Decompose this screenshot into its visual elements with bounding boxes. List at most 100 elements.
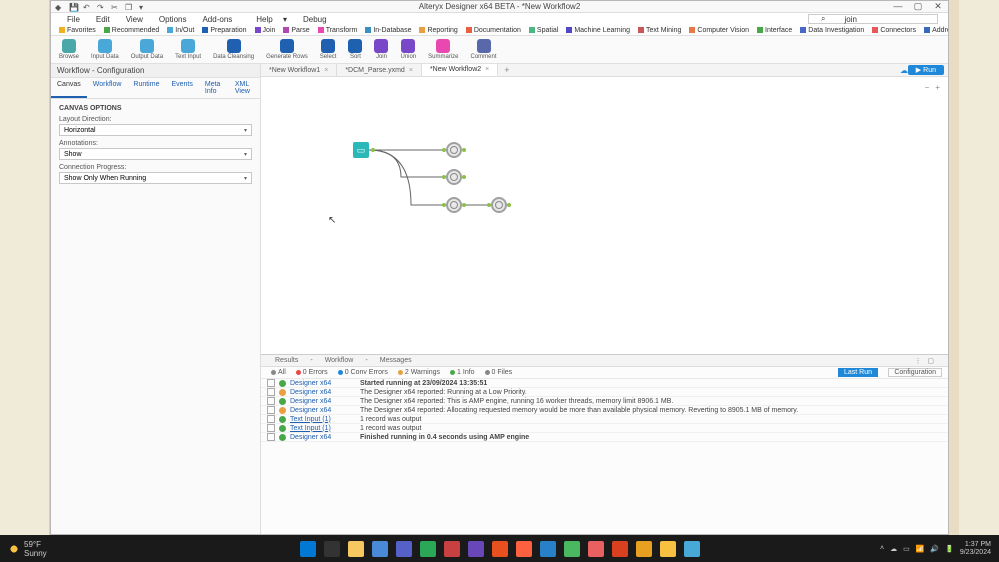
zoom-out-button[interactable]: − <box>925 83 930 92</box>
category-documentation[interactable]: Documentation <box>462 27 525 34</box>
filter--conv-errors[interactable]: 0 Conv Errors <box>334 369 392 376</box>
category-computer-vision[interactable]: Computer Vision <box>685 27 753 34</box>
tool-join[interactable]: Join <box>374 39 388 60</box>
text-input-tool[interactable]: ▭ <box>353 142 369 158</box>
qat-redo-icon[interactable]: ↷ <box>97 3 105 11</box>
filter--warnings[interactable]: 2 Warnings <box>394 369 444 376</box>
log-row[interactable]: Designer x64Finished running in 0.4 seco… <box>261 433 948 442</box>
category-machine-learning[interactable]: Machine Learning <box>562 27 634 34</box>
qat-copy-icon[interactable]: ❐ <box>125 3 133 11</box>
category-parse[interactable]: Parse <box>279 27 313 34</box>
category-text-mining[interactable]: Text Mining <box>634 27 685 34</box>
category-address[interactable]: Address <box>920 27 948 34</box>
category-transform[interactable]: Transform <box>314 27 362 34</box>
file-explorer-icon[interactable] <box>348 541 364 557</box>
teams-icon[interactable] <box>468 541 484 557</box>
canvas[interactable]: − + ▭ <box>261 77 948 354</box>
results-tab-messages[interactable]: Messages <box>374 357 418 364</box>
alteryx-icon[interactable] <box>444 541 460 557</box>
qat-dropdown-icon[interactable]: ▾ <box>139 3 147 11</box>
zoom-in-button[interactable]: + <box>935 83 940 92</box>
category-reporting[interactable]: Reporting <box>415 27 461 34</box>
tab-close-icon[interactable]: × <box>409 67 413 74</box>
workflow-tab[interactable]: *DCM_Parse.yxmd × <box>337 64 422 76</box>
qat-save-icon[interactable]: 💾 <box>69 3 77 11</box>
tray-video-icon[interactable]: ▭ <box>903 545 910 553</box>
cloud-icon[interactable]: ☁ <box>900 66 908 75</box>
config-tab-events[interactable]: Events <box>165 78 198 98</box>
browse-tool-2[interactable] <box>446 169 462 185</box>
menu-help[interactable]: Help ▾ <box>240 15 295 24</box>
tool-sort[interactable]: Sort <box>348 39 362 60</box>
tray-wifi-icon[interactable]: 📶 <box>916 545 925 553</box>
filter--errors[interactable]: 0 Errors <box>292 369 332 376</box>
menu-edit[interactable]: Edit <box>88 15 118 24</box>
workflow-tab[interactable]: *New Workflow1 × <box>261 64 337 76</box>
close-button[interactable]: ✕ <box>928 1 948 12</box>
menu-addons[interactable]: Add-ons <box>194 15 240 24</box>
maximize-button[interactable]: ▢ <box>908 1 928 12</box>
sublime-icon[interactable] <box>612 541 628 557</box>
filter--info[interactable]: 1 Info <box>446 369 479 376</box>
log-row[interactable]: Text Input (1)1 record was output <box>261 424 948 433</box>
menu-view[interactable]: View <box>118 15 151 24</box>
results-tab-results[interactable]: Results <box>269 357 304 364</box>
tray-onedrive-icon[interactable]: ☁ <box>890 545 897 553</box>
category-spatial[interactable]: Spatial <box>525 27 562 34</box>
tool-text-input[interactable]: Text Input <box>175 39 201 60</box>
browse-tool-4[interactable] <box>491 197 507 213</box>
qat-undo-icon[interactable]: ↶ <box>83 3 91 11</box>
tool-select[interactable]: Select <box>320 39 337 60</box>
chrome-icon[interactable] <box>660 541 676 557</box>
log-row[interactable]: Designer x64The Designer x64 reported: A… <box>261 406 948 415</box>
add-tab-button[interactable]: + <box>498 65 515 75</box>
results-config-button[interactable]: Configuration <box>888 368 942 377</box>
tab-close-icon[interactable]: × <box>485 66 489 73</box>
clock[interactable]: 1:37 PM 9/23/2024 <box>960 541 991 556</box>
tool-output-data[interactable]: Output Data <box>131 39 163 60</box>
config-tab-canvas[interactable]: Canvas <box>51 78 87 98</box>
app-icon-4[interactable] <box>636 541 652 557</box>
app-icon-2[interactable] <box>564 541 580 557</box>
tool-comment[interactable]: Comment <box>471 39 497 60</box>
menu-debug[interactable]: Debug <box>295 15 335 24</box>
category-interface[interactable]: Interface <box>753 27 796 34</box>
config-tab-runtime[interactable]: Runtime <box>127 78 165 98</box>
log-row[interactable]: Text Input (1)1 record was output <box>261 415 948 424</box>
system-tray[interactable]: ˄ ☁ ▭ 📶 🔊 🔋 1:37 PM 9/23/2024 <box>880 541 991 556</box>
last-run-button[interactable]: Last Run <box>838 368 878 377</box>
app-icon-1[interactable] <box>516 541 532 557</box>
edge-icon[interactable] <box>372 541 388 557</box>
log-row[interactable]: Designer x64The Designer x64 reported: T… <box>261 397 948 406</box>
weather-widget[interactable]: 59°F Sunny <box>8 540 47 558</box>
menu-file[interactable]: File <box>59 15 88 24</box>
tool-union[interactable]: Union <box>400 39 416 60</box>
menu-options[interactable]: Options <box>151 15 195 24</box>
log-row[interactable]: Designer x64The Designer x64 reported: R… <box>261 388 948 397</box>
category-favorites[interactable]: Favorites <box>55 27 100 34</box>
qat-cut-icon[interactable]: ✂ <box>111 3 119 11</box>
tray-battery-icon[interactable]: 🔋 <box>945 545 954 553</box>
tool-data-cleansing[interactable]: Data Cleansing <box>213 39 254 60</box>
log-row[interactable]: Designer x64Started running at 23/09/202… <box>261 379 948 388</box>
vscode-icon[interactable] <box>540 541 556 557</box>
category-in-out[interactable]: In/Out <box>163 27 198 34</box>
filter-all[interactable]: All <box>267 369 290 376</box>
browse-tool-3[interactable] <box>446 197 462 213</box>
run-button[interactable]: ▶ Run <box>908 65 944 75</box>
layout-direction-select[interactable]: Horizontal <box>59 124 252 136</box>
search-taskbar-icon[interactable] <box>324 541 340 557</box>
tool-summarize[interactable]: Summarize <box>428 39 458 60</box>
tray-volume-icon[interactable]: 🔊 <box>930 545 939 553</box>
tool-input-data[interactable]: Input Data <box>91 39 119 60</box>
category-preparation[interactable]: Preparation <box>198 27 250 34</box>
app-icon-5[interactable] <box>684 541 700 557</box>
tab-close-icon[interactable]: × <box>324 67 328 74</box>
tool-generate-rows[interactable]: Generate Rows <box>266 39 308 60</box>
store-icon[interactable] <box>396 541 412 557</box>
spotify-icon[interactable] <box>420 541 436 557</box>
config-tab-meta-info[interactable]: Meta Info <box>199 78 229 98</box>
results-log[interactable]: Designer x64Started running at 23/09/202… <box>261 379 948 534</box>
filter--files[interactable]: 0 Files <box>481 369 517 376</box>
start-button[interactable] <box>300 541 316 557</box>
